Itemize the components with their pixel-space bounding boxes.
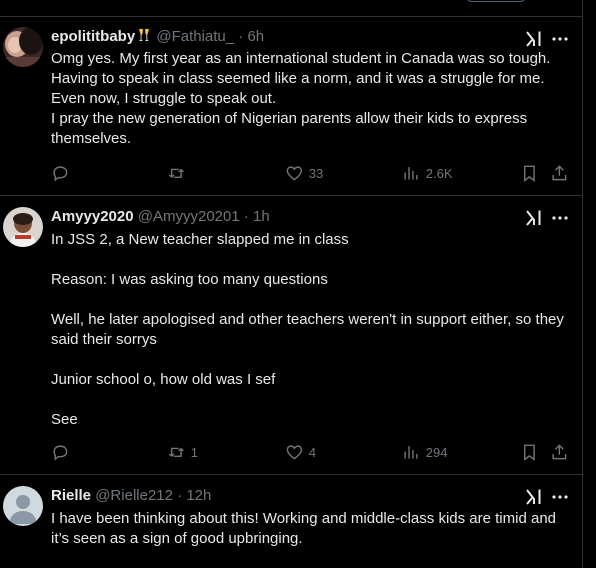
bookmark-button[interactable] bbox=[520, 442, 539, 462]
repost-icon bbox=[168, 168, 184, 178]
grok-icon[interactable] bbox=[525, 209, 543, 227]
reply-icon bbox=[53, 445, 68, 461]
tweet-rielle[interactable]: Rielle @Rielle212 · 12h I have been thin… bbox=[0, 474, 582, 568]
handle[interactable]: @Amyyy20201 bbox=[138, 208, 240, 225]
share-button[interactable] bbox=[550, 442, 569, 462]
handle[interactable]: @Fathiatu_ bbox=[156, 28, 234, 45]
reply-button[interactable] bbox=[51, 442, 70, 462]
avatar[interactable] bbox=[3, 27, 43, 67]
timestamp[interactable]: 12h bbox=[186, 487, 211, 504]
action-bar: 33 2.6K bbox=[51, 163, 571, 183]
tweet-header: epolititbaby @Fathiatu_ · 6h bbox=[51, 27, 264, 47]
scrollbar[interactable] bbox=[583, 0, 596, 568]
tweet-header: Amyyy2020 @Amyyy20201 · 1h bbox=[51, 207, 270, 227]
timeline: epolititbaby @Fathiatu_ · 6h Omg yes. My… bbox=[0, 0, 583, 568]
display-name[interactable]: epolititbaby bbox=[51, 28, 135, 45]
reply-icon bbox=[53, 166, 68, 182]
like-button[interactable]: 33 bbox=[285, 163, 323, 183]
views-button[interactable]: 294 bbox=[402, 442, 447, 462]
share-button[interactable] bbox=[550, 163, 569, 183]
repost-button[interactable]: 1 bbox=[167, 442, 198, 462]
more-icon[interactable] bbox=[551, 209, 569, 227]
views-icon bbox=[404, 445, 418, 459]
tweet-text: In JSS 2, a New teacher slapped me in cl… bbox=[51, 231, 564, 428]
display-name[interactable]: Rielle bbox=[51, 487, 91, 504]
champagne-emoji bbox=[136, 27, 152, 43]
repost-button[interactable] bbox=[167, 163, 191, 183]
avatar[interactable] bbox=[3, 486, 43, 526]
like-icon bbox=[286, 166, 303, 181]
views-count: 294 bbox=[425, 444, 448, 460]
bookmark-icon bbox=[523, 165, 535, 182]
grok-icon[interactable] bbox=[525, 488, 543, 506]
more-icon[interactable] bbox=[551, 30, 569, 48]
handle[interactable]: @Rielle212 bbox=[95, 487, 173, 504]
more-icon[interactable] bbox=[551, 488, 569, 506]
timestamp[interactable]: 1h bbox=[253, 208, 270, 225]
display-name[interactable]: Amyyy2020 bbox=[51, 208, 134, 225]
separator: · bbox=[243, 208, 249, 225]
tweet-header: Rielle @Rielle212 · 12h bbox=[51, 486, 211, 506]
bookmark-button[interactable] bbox=[520, 163, 539, 183]
tweet-text: Omg yes. My first year as an internation… bbox=[51, 50, 551, 147]
tweet-epolititbaby[interactable]: epolititbaby @Fathiatu_ · 6h Omg yes. My… bbox=[0, 16, 582, 195]
repost-count: 1 bbox=[190, 444, 198, 460]
tweet-text: I have been thinking about this! Working… bbox=[51, 510, 561, 547]
views-button[interactable]: 2.6K bbox=[402, 163, 453, 183]
like-icon bbox=[286, 445, 303, 460]
share-icon bbox=[552, 443, 567, 459]
bookmark-icon bbox=[523, 444, 535, 461]
share-icon bbox=[552, 164, 567, 180]
views-count: 2.6K bbox=[425, 165, 453, 181]
avatar[interactable] bbox=[3, 207, 43, 247]
separator: · bbox=[238, 28, 244, 45]
reply-button[interactable] bbox=[51, 163, 70, 183]
repost-icon bbox=[168, 447, 184, 457]
separator: · bbox=[177, 487, 183, 504]
like-button[interactable]: 4 bbox=[285, 442, 316, 462]
grok-icon[interactable] bbox=[525, 30, 543, 48]
like-count: 33 bbox=[308, 165, 324, 181]
tweet-amyyy2020[interactable]: Amyyy2020 @Amyyy20201 · 1h In JSS 2, a N… bbox=[0, 195, 582, 474]
like-count: 4 bbox=[308, 444, 316, 460]
views-icon bbox=[404, 166, 418, 180]
timestamp[interactable]: 6h bbox=[247, 28, 264, 45]
action-bar: 1 4 294 bbox=[51, 442, 571, 462]
top-button-edge[interactable] bbox=[466, 0, 526, 2]
